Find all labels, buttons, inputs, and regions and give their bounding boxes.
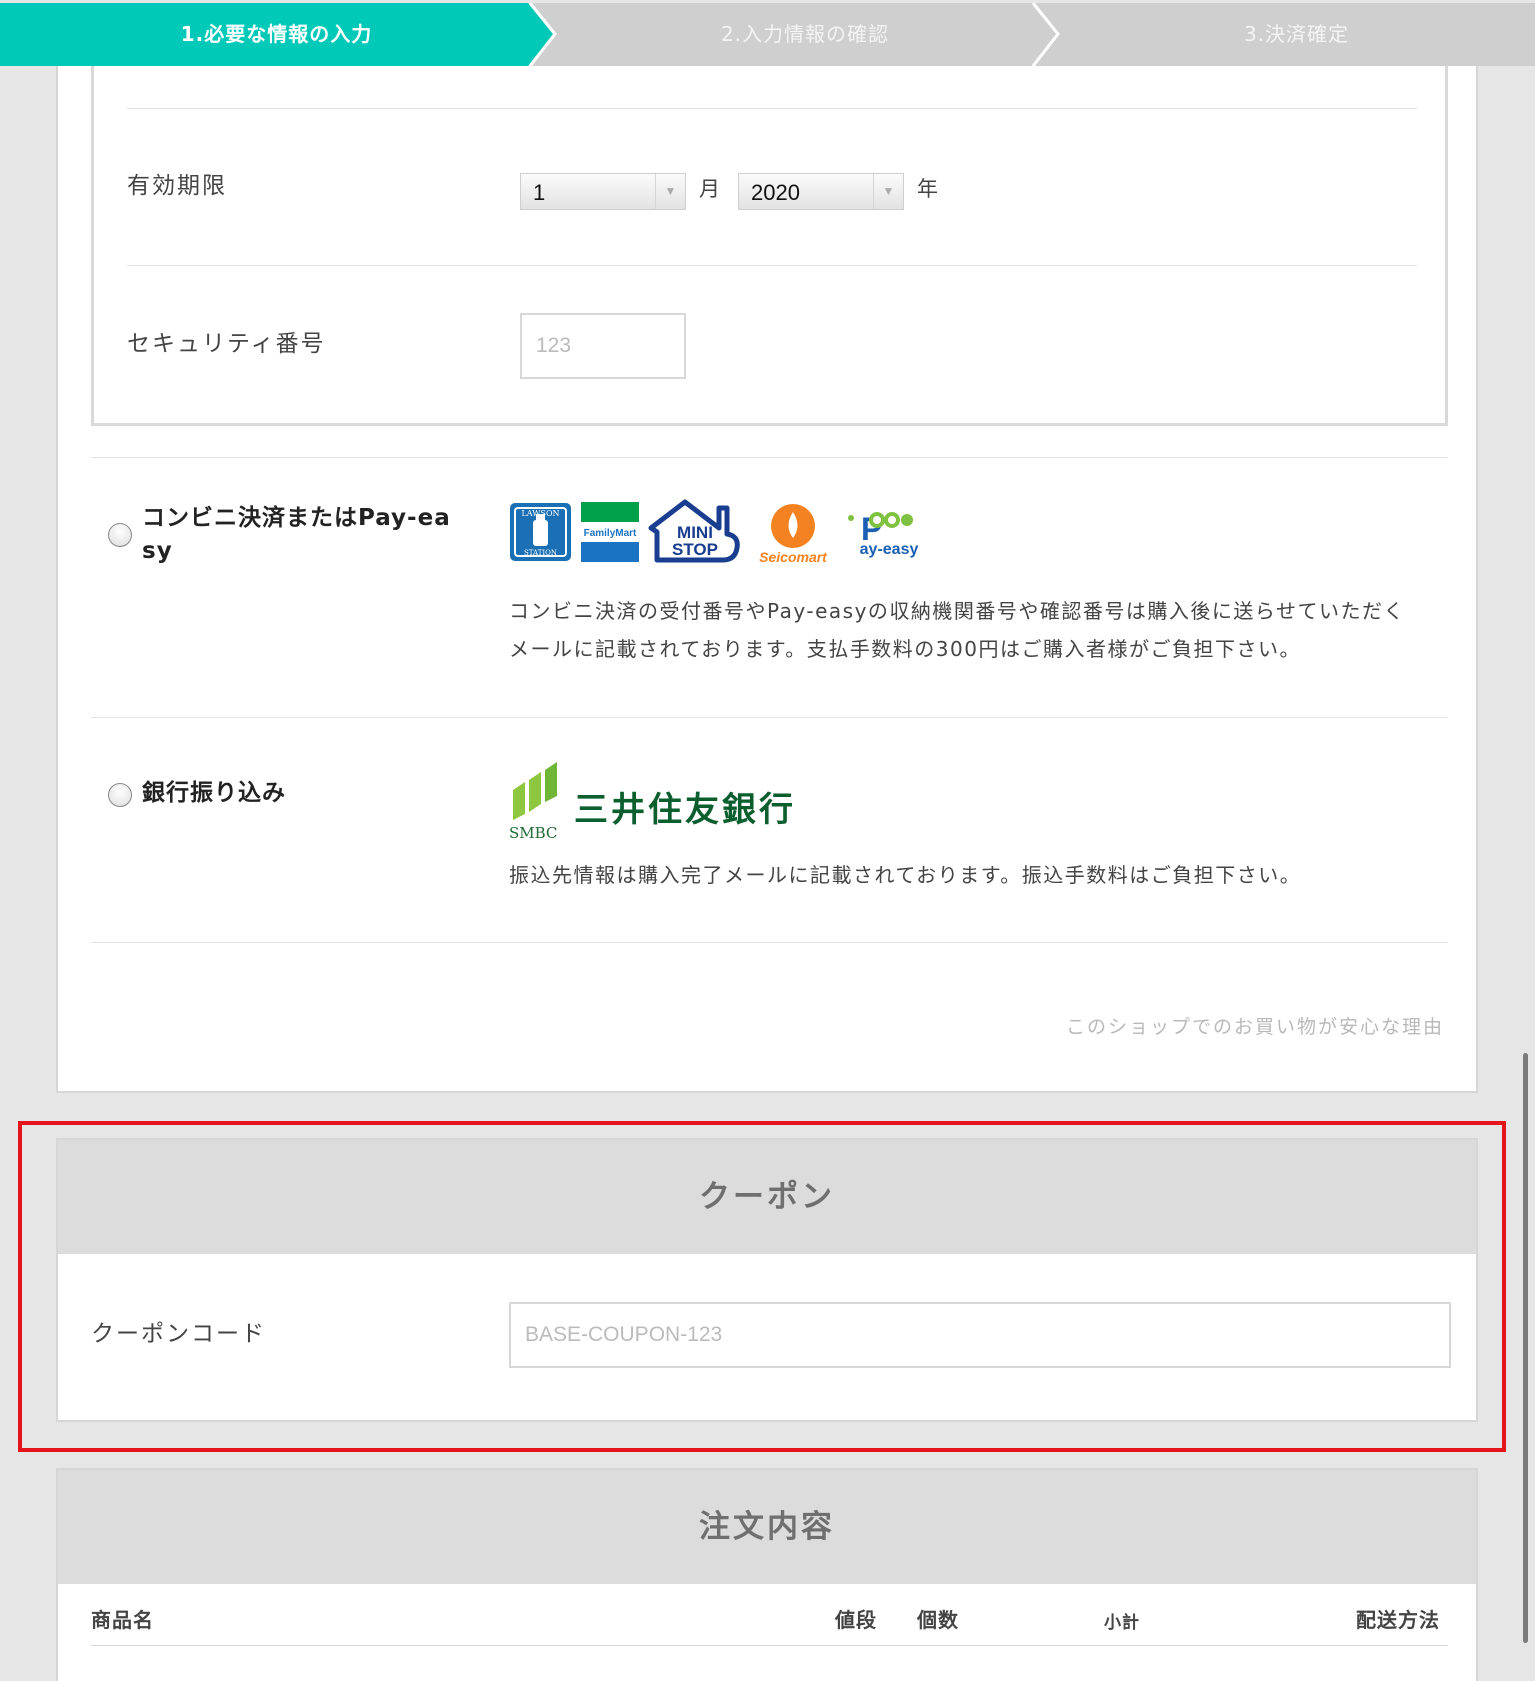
order-summary-card: 注文内容 商品名 値段 個数 小計 配送方法 <box>56 1468 1478 1681</box>
step-1-label: 1.必要な情報の入力 <box>180 22 373 46</box>
convenience-payment-title: コンビニ決済またはPay-ea sy <box>142 502 451 568</box>
seicomart-logo: Seicomart <box>759 504 828 564</box>
shop-safety-link[interactable]: このショップでのお買い物が安心な理由 <box>1066 1012 1444 1039</box>
familymart-text: FamilyMart <box>584 528 637 539</box>
convenience-desc-line1: コンビニ決済の受付番号やPay-easyの収納機関番号や確認番号は購入後に送らせ… <box>509 599 1406 623</box>
seicomart-text: Seicomart <box>759 549 828 564</box>
divider <box>91 457 1448 458</box>
divider <box>127 108 1417 109</box>
divider <box>127 265 1417 266</box>
chevron-down-icon: ▼ <box>873 174 903 209</box>
expiry-year-value: 2020 <box>751 180 800 205</box>
security-code-input[interactable]: 123 <box>520 313 686 379</box>
order-heading: 注文内容 <box>58 1470 1476 1584</box>
lawson-bottom-text: STATION <box>524 549 557 557</box>
payeasy-text: ay-easy <box>860 541 919 558</box>
expiry-month-select[interactable]: 1 ▼ <box>520 173 686 210</box>
divider <box>91 717 1448 718</box>
column-quantity: 個数 <box>917 1608 959 1632</box>
payment-method-card: 有効期限 1 ▼ 月 2020 ▼ 年 セキュリティ番号 123 コンビニ決済ま… <box>56 66 1478 1093</box>
column-product-name: 商品名 <box>91 1608 154 1632</box>
payeasy-logo: P ay-easy <box>848 511 919 558</box>
convenience-title-line1: コンビニ決済またはPay-ea <box>142 505 451 531</box>
page-scrollbar[interactable] <box>1523 1053 1528 1643</box>
smbc-mark: SMBC <box>509 762 557 840</box>
lawson-logo: LAWSON STATION <box>510 503 571 561</box>
ministop-text-bottom: STOP <box>672 540 718 559</box>
convenience-title-line2: sy <box>142 538 173 564</box>
chevron-down-icon: ▼ <box>655 174 685 209</box>
security-code-label: セキュリティ番号 <box>127 331 326 357</box>
expiry-month-value: 1 <box>533 180 546 205</box>
divider <box>91 942 1448 943</box>
divider <box>91 1645 1448 1646</box>
bank-transfer-description: 振込先情報は購入完了メールに記載されております。振込手数料はご負担下さい。 <box>509 863 1302 887</box>
credit-card-form: 有効期限 1 ▼ 月 2020 ▼ 年 セキュリティ番号 123 <box>91 66 1448 426</box>
year-unit: 年 <box>917 177 938 201</box>
expiry-year-select[interactable]: 2020 ▼ <box>738 173 904 210</box>
convenience-description: コンビニ決済の受付番号やPay-easyの収納機関番号や確認番号は購入後に送らせ… <box>509 592 1469 668</box>
convenience-payment-radio[interactable] <box>108 523 132 547</box>
bank-transfer-radio[interactable] <box>108 783 132 807</box>
month-unit: 月 <box>699 177 720 201</box>
checkout-steps: 1.必要な情報の入力 2.入力情報の確認 3.決済確定 <box>0 3 1535 66</box>
column-subtotal: 小計 <box>1104 1613 1140 1633</box>
column-price: 値段 <box>835 1608 877 1632</box>
lawson-top-text: LAWSON <box>521 509 559 518</box>
smbc-mark-text: SMBC <box>509 824 557 840</box>
ministop-logo: MINI STOP <box>648 499 740 563</box>
expiry-label: 有効期限 <box>127 173 227 199</box>
step-3-label: 3.決済確定 <box>1243 22 1350 46</box>
convenience-desc-line2: メールに記載されております。支払手数料の300円はご購入者様がご負担下さい。 <box>509 637 1301 661</box>
step-2-label: 2.入力情報の確認 <box>720 22 890 46</box>
coupon-highlight-box <box>18 1121 1506 1452</box>
smbc-bank-name: 三井住友銀行 <box>574 790 796 830</box>
bank-transfer-title: 銀行振り込み <box>142 780 286 806</box>
column-shipping: 配送方法 <box>1356 1608 1440 1632</box>
familymart-logo: FamilyMart <box>581 502 639 562</box>
